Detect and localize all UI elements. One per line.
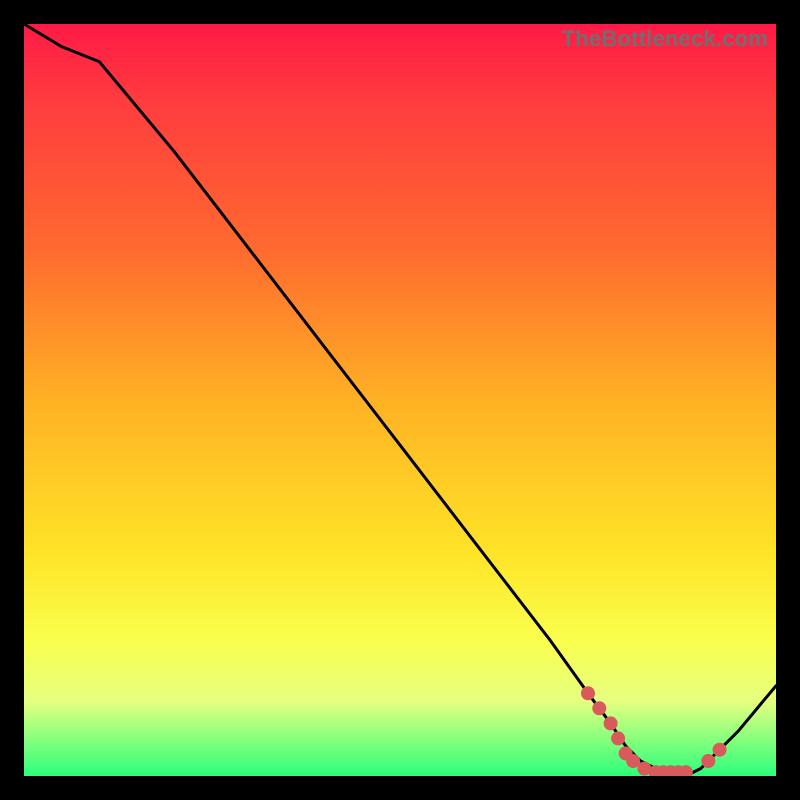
curve-marker [592, 701, 606, 715]
curve-marker [581, 686, 595, 700]
curve-marker [701, 754, 715, 768]
bottleneck-curve [24, 24, 776, 776]
chart-frame: TheBottleneck.com [0, 0, 800, 800]
curve-marker [604, 716, 618, 730]
curve-marker [611, 731, 625, 745]
curve-svg [24, 24, 776, 776]
plot-area: TheBottleneck.com [24, 24, 776, 776]
curve-marker [713, 743, 727, 757]
curve-markers [581, 686, 727, 776]
